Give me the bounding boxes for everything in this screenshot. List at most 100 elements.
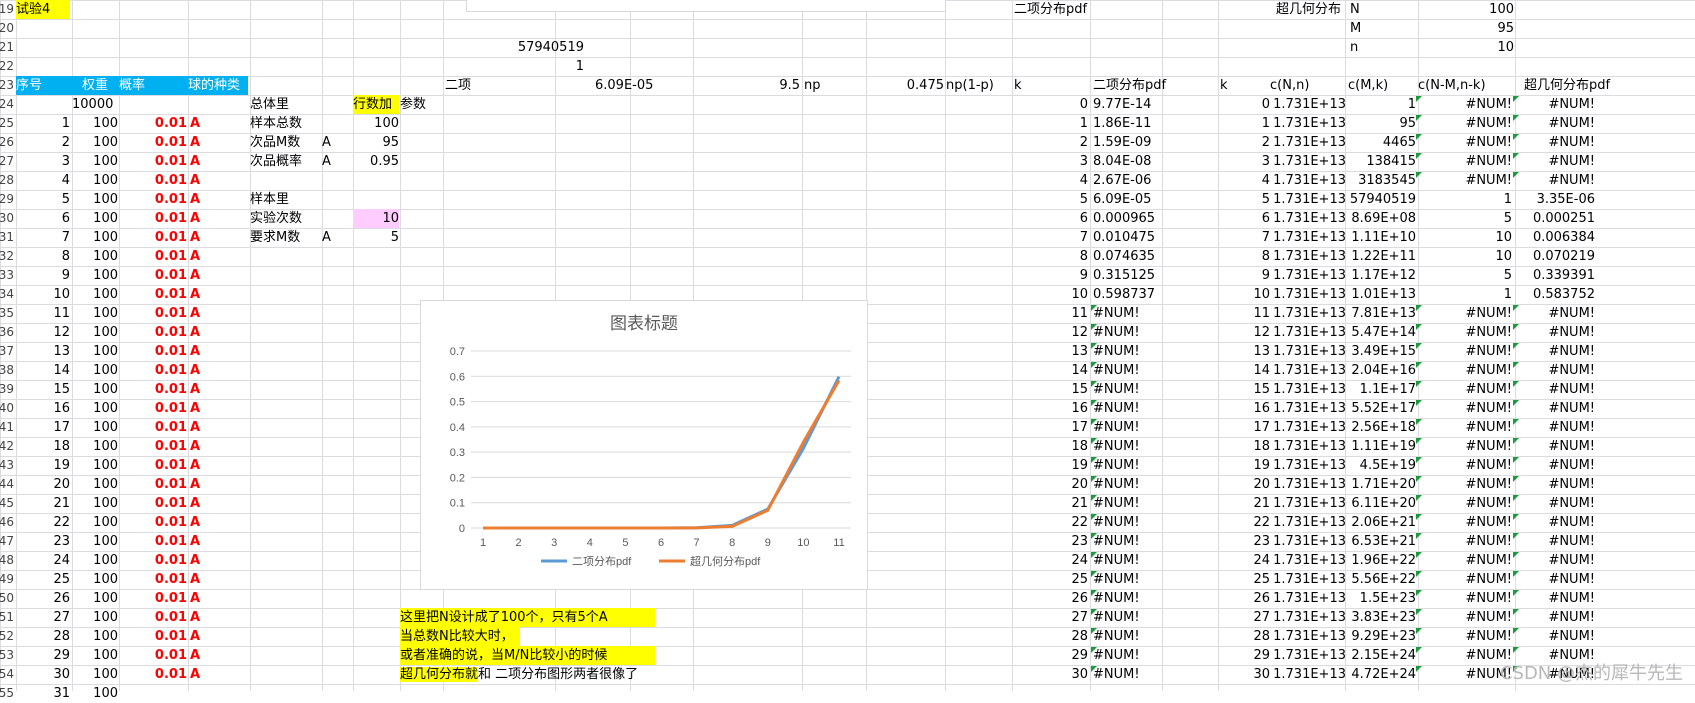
rrow-cNn[interactable]: 1.731E+13 — [1270, 589, 1346, 608]
row-weight[interactable]: 100 — [72, 627, 118, 646]
col-k2[interactable]: k — [1220, 76, 1250, 95]
rrow-k2[interactable]: 3 — [1220, 152, 1270, 171]
rrow-k[interactable]: 6 — [1014, 209, 1088, 228]
rrow-binom[interactable]: #NUM! — [1093, 665, 1173, 684]
binom-value[interactable]: 6.09E-05 — [595, 76, 665, 95]
row-prob[interactable]: 0.01 — [119, 437, 187, 456]
chart[interactable]: 图表标题 00.10.20.30.40.50.60.71234567891011… — [420, 300, 868, 590]
row-weight[interactable]: 100 — [72, 608, 118, 627]
trials-value[interactable]: 10 — [353, 209, 399, 228]
rrow-cMk[interactable]: 1.22E+11 — [1348, 247, 1416, 266]
rrow-k2[interactable]: 16 — [1220, 399, 1270, 418]
row-number[interactable]: 47 — [0, 532, 14, 551]
rrow-cNn[interactable]: 1.731E+13 — [1270, 437, 1346, 456]
row-kind[interactable]: A — [190, 475, 248, 494]
M-label[interactable]: M — [1350, 19, 1380, 38]
rrow-cNM[interactable]: #NUM! — [1418, 513, 1512, 532]
rrow-k2[interactable]: 12 — [1220, 323, 1270, 342]
row-kind[interactable]: A — [190, 380, 248, 399]
rrow-cNM[interactable]: 5 — [1418, 266, 1512, 285]
rrow-binom[interactable]: 0.598737 — [1093, 285, 1173, 304]
rrow-binom[interactable]: 2.67E-06 — [1093, 171, 1173, 190]
rrow-cMk[interactable]: 4465 — [1348, 133, 1416, 152]
n-label[interactable]: n — [1350, 38, 1380, 57]
rrow-cMk[interactable]: 2.06E+21 — [1348, 513, 1416, 532]
rrow-cMk[interactable]: 95 — [1348, 114, 1416, 133]
col-cNn[interactable]: c(N,n) — [1270, 76, 1340, 95]
row-weight[interactable]: 100 — [72, 114, 118, 133]
row-kind[interactable]: A — [190, 589, 248, 608]
row-weight[interactable]: 100 — [72, 285, 118, 304]
rrow-hyper[interactable]: 0.000251 — [1515, 209, 1595, 228]
chart-partial-top[interactable] — [466, 0, 946, 12]
rrow-binom[interactable]: 8.04E-08 — [1093, 152, 1173, 171]
rrow-binom[interactable]: #NUM! — [1093, 475, 1173, 494]
rrow-hyper[interactable]: #NUM! — [1515, 304, 1595, 323]
rrow-k2[interactable]: 17 — [1220, 418, 1270, 437]
rrow-hyper[interactable]: #NUM! — [1515, 399, 1595, 418]
rrow-k[interactable]: 4 — [1014, 171, 1088, 190]
rrow-cNn[interactable]: 1.731E+13 — [1270, 95, 1346, 114]
row-weight[interactable]: 100 — [72, 152, 118, 171]
row-number[interactable]: 49 — [0, 570, 14, 589]
rrow-cMk[interactable]: 8.69E+08 — [1348, 209, 1416, 228]
row-seq[interactable]: 11 — [16, 304, 70, 323]
rrow-cNM[interactable]: #NUM! — [1418, 95, 1512, 114]
rrow-cNM[interactable]: #NUM! — [1418, 399, 1512, 418]
rrow-k2[interactable]: 21 — [1220, 494, 1270, 513]
rrow-k2[interactable]: 18 — [1220, 437, 1270, 456]
rrow-binom[interactable]: #NUM! — [1093, 304, 1173, 323]
col-k[interactable]: k — [1014, 76, 1044, 95]
rrow-cNM[interactable]: #NUM! — [1418, 152, 1512, 171]
rrow-cMk[interactable]: 57940519 — [1348, 190, 1416, 209]
rrow-cMk[interactable]: 6.53E+21 — [1348, 532, 1416, 551]
rrow-cNn[interactable]: 1.731E+13 — [1270, 627, 1346, 646]
npq-label[interactable]: np(1-p) — [946, 76, 1006, 95]
rrow-k[interactable]: 10 — [1014, 285, 1088, 304]
col-binom[interactable]: 二项分布pdf — [1093, 76, 1173, 95]
rrow-k2[interactable]: 22 — [1220, 513, 1270, 532]
binom-label[interactable]: 二项 — [445, 76, 505, 95]
rrow-k2[interactable]: 6 — [1220, 209, 1270, 228]
np-label[interactable]: np — [804, 76, 844, 95]
row-prob[interactable] — [119, 684, 187, 703]
row-kind[interactable]: A — [190, 361, 248, 380]
row-prob[interactable]: 0.01 — [119, 152, 187, 171]
rrow-cMk[interactable]: 2.04E+16 — [1348, 361, 1416, 380]
npq-value[interactable]: 0.475 — [880, 76, 944, 95]
rrow-cNM[interactable]: #NUM! — [1418, 437, 1512, 456]
rrow-k[interactable]: 8 — [1014, 247, 1088, 266]
row-seq[interactable]: 17 — [16, 418, 70, 437]
rrow-cNM[interactable]: #NUM! — [1418, 418, 1512, 437]
note-line[interactable]: 当总数N比较大时， — [400, 627, 520, 646]
total-weight[interactable]: 10000 — [72, 95, 118, 114]
row-number[interactable]: 23 — [0, 76, 14, 95]
row-kind[interactable]: A — [190, 285, 248, 304]
col-hyper[interactable]: 超几何分布pdf — [1524, 76, 1644, 95]
rrow-cMk[interactable]: 5.56E+22 — [1348, 570, 1416, 589]
rrow-k2[interactable]: 5 — [1220, 190, 1270, 209]
rrow-k2[interactable]: 29 — [1220, 646, 1270, 665]
row-weight[interactable]: 100 — [72, 133, 118, 152]
rrow-cNn[interactable]: 1.731E+13 — [1270, 133, 1346, 152]
rrow-k[interactable]: 0 — [1014, 95, 1088, 114]
row-seq[interactable]: 25 — [16, 570, 70, 589]
row-number[interactable]: 37 — [0, 342, 14, 361]
big-number-cell[interactable]: 57940519 — [500, 38, 584, 57]
row-weight[interactable]: 100 — [72, 418, 118, 437]
row-number[interactable]: 19 — [0, 0, 14, 19]
rrow-hyper[interactable]: #NUM! — [1515, 627, 1595, 646]
rrow-binom[interactable]: #NUM! — [1093, 608, 1173, 627]
rrow-binom[interactable]: #NUM! — [1093, 456, 1173, 475]
row-prob[interactable]: 0.01 — [119, 494, 187, 513]
row-weight[interactable]: 100 — [72, 437, 118, 456]
row-kind[interactable]: A — [190, 304, 248, 323]
rrow-cNM[interactable]: 10 — [1418, 247, 1512, 266]
rrow-k2[interactable]: 20 — [1220, 475, 1270, 494]
row-weight[interactable]: 100 — [72, 209, 118, 228]
rrow-binom[interactable]: #NUM! — [1093, 399, 1173, 418]
label-add-rows[interactable]: 行数加 — [353, 95, 399, 114]
row-prob[interactable]: 0.01 — [119, 380, 187, 399]
row-kind[interactable]: A — [190, 133, 248, 152]
row-weight[interactable]: 100 — [72, 475, 118, 494]
